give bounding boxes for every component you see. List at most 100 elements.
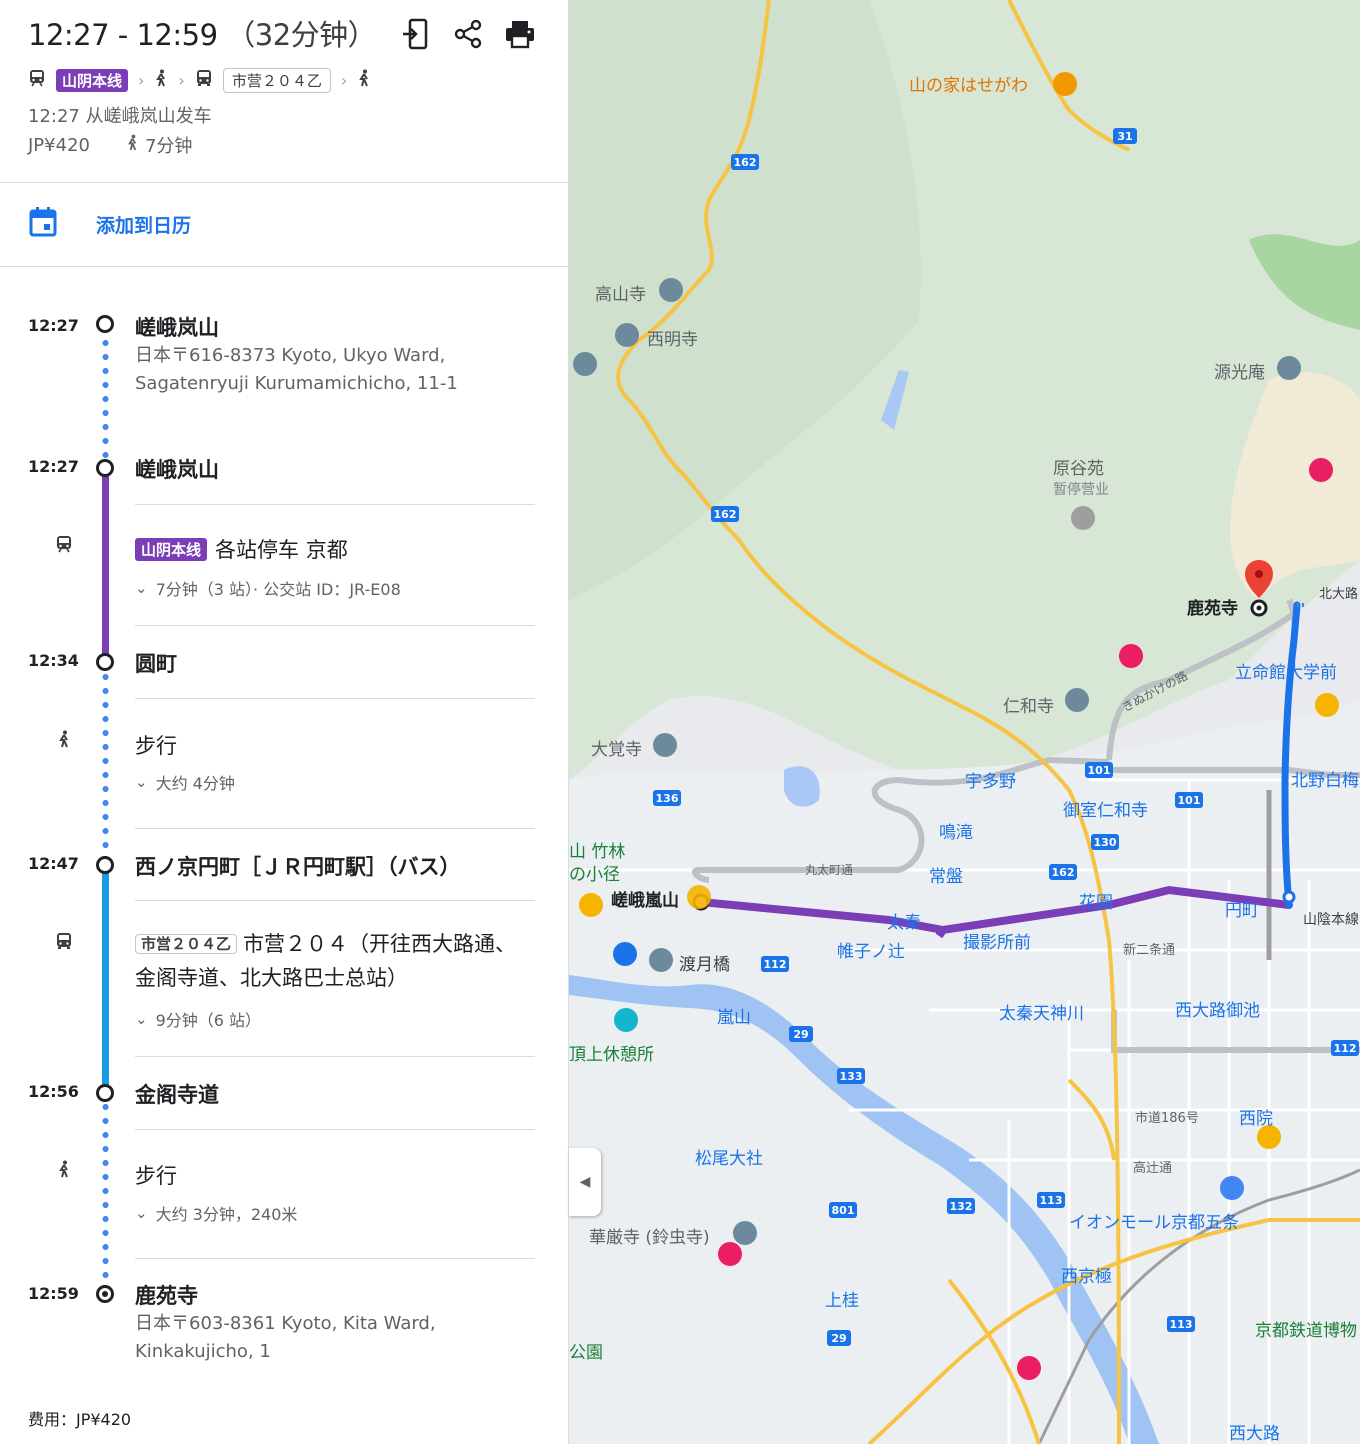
walk-leg-title: 步行 xyxy=(135,1164,177,1188)
poi-label: 山 竹林 xyxy=(569,842,625,862)
svg-text:136: 136 xyxy=(656,792,679,805)
station-label: 西大路御池 xyxy=(1175,1001,1260,1021)
bus-line xyxy=(102,872,109,1086)
send-to-phone-icon[interactable] xyxy=(398,16,434,52)
poi-label: イオンモール京都五条 xyxy=(1069,1213,1239,1233)
line-badge-sanin: 山阴本线 xyxy=(135,537,208,561)
station-label: 西大路 xyxy=(1229,1424,1280,1444)
road-label: 丸太町通 xyxy=(805,862,853,877)
station-label: 円町 xyxy=(1225,901,1259,921)
depart-info: 12:27 从嵯峨岚山发车 xyxy=(28,106,212,127)
chevron-right-icon: › xyxy=(178,70,185,90)
restaurant-icon xyxy=(1053,72,1077,96)
trip-duration: （32分钟） xyxy=(226,18,377,52)
bus-badge-204: 市営２０４乙 xyxy=(135,934,238,954)
walk-total-text: 7分钟 xyxy=(144,136,193,157)
stop-time: 12:56 xyxy=(28,1082,79,1101)
bus-badge-204: 市营２０４乙 xyxy=(222,67,331,93)
star-icon xyxy=(579,893,603,917)
svg-text:113: 113 xyxy=(1040,1194,1063,1207)
bus-icon xyxy=(54,931,74,951)
trip-time-range: 12:27 - 12:59 （32分钟） xyxy=(28,12,377,54)
stop-name[interactable]: 鹿苑寺 xyxy=(135,1280,198,1310)
poi-label: 仁和寺 xyxy=(1003,697,1054,717)
chevron-down-icon: ⌄ xyxy=(135,1010,148,1028)
stop-address: 日本〒603-8361 Kyoto, Kita Ward, Kinkakujic… xyxy=(135,1310,436,1366)
train-leg-title: 山阴本线 各站停车 京都 xyxy=(135,534,348,564)
train-line xyxy=(102,474,109,656)
map-svg[interactable]: 162 162 31 101 101 130 162 136 112 29 13… xyxy=(569,0,1360,1444)
bus-leg-expand[interactable]: ⌄ 9分钟（6 站） xyxy=(135,1007,261,1031)
train-direction: 各站停车 京都 xyxy=(215,538,348,562)
poi-label: 高山寺 xyxy=(595,285,646,305)
svg-text:133: 133 xyxy=(840,1070,863,1083)
divider xyxy=(135,504,535,505)
address-line: 日本〒616-8373 Kyoto, Ukyo Ward, xyxy=(135,345,446,366)
station-label: 嵯峨嵐山 xyxy=(611,890,679,911)
walk-leg-title: 步行 xyxy=(135,734,177,758)
address-line: 日本〒603-8361 Kyoto, Kita Ward, xyxy=(135,1313,436,1334)
station-label: 北野白梅 xyxy=(1291,771,1359,791)
print-icon[interactable] xyxy=(502,16,538,52)
collapse-panel-button[interactable]: ◀ xyxy=(569,1148,601,1216)
svg-text:31: 31 xyxy=(1117,130,1132,143)
stop-marker xyxy=(96,315,114,333)
divider xyxy=(135,1258,535,1259)
divider xyxy=(135,900,535,901)
walk-leg-expand[interactable]: ⌄ 大约 3分钟，240米 xyxy=(135,1201,297,1225)
rail-label: 山陰本線 xyxy=(1303,912,1359,928)
walk-leg-expand[interactable]: ⌄ 大约 4分钟 xyxy=(135,770,235,794)
star-icon xyxy=(1315,693,1339,717)
flower-icon xyxy=(1071,506,1095,530)
divider xyxy=(0,182,568,183)
share-icon[interactable] xyxy=(450,16,486,52)
road-label: 北大路 xyxy=(1319,586,1358,602)
stop-name[interactable]: 圆町 xyxy=(135,648,177,678)
svg-text:162: 162 xyxy=(1052,866,1075,879)
stop-time: 12:59 xyxy=(28,1284,79,1303)
stop-marker xyxy=(96,459,114,477)
svg-text:130: 130 xyxy=(1094,836,1117,849)
stop-name[interactable]: 嵯峨岚山 xyxy=(135,312,219,342)
svg-text:112: 112 xyxy=(764,958,787,971)
stop-name[interactable]: 西ノ京円町［ＪＲ円町駅］（バス） xyxy=(135,851,461,881)
walk-icon xyxy=(154,69,168,91)
bus-icon xyxy=(195,69,213,91)
poi-label: 華厳寺 (鈴虫寺) xyxy=(589,1228,710,1248)
station-label: 西京極 xyxy=(1061,1267,1112,1287)
chevron-right-icon: › xyxy=(340,70,348,90)
divider xyxy=(135,625,535,626)
walk-icon xyxy=(126,134,139,156)
address-line: Kinkakujicho, 1 xyxy=(135,1341,271,1362)
walk-icon xyxy=(54,1159,74,1179)
poi-label: の小径 xyxy=(569,865,620,885)
road-label: 高辻通 xyxy=(1133,1160,1172,1176)
stop-name[interactable]: 嵯峨岚山 xyxy=(135,454,219,484)
route-summary: 山阴本线 › › 市营２０４乙 › xyxy=(28,66,371,94)
add-to-calendar-button[interactable]: 添加到日历 xyxy=(28,204,191,244)
svg-text:112: 112 xyxy=(1334,1042,1357,1055)
divider xyxy=(0,266,568,267)
divider xyxy=(135,828,535,829)
poi-label: 暂停营业 xyxy=(1053,481,1109,498)
divider xyxy=(135,1056,535,1057)
station-label: 花園 xyxy=(1079,893,1113,913)
stop-marker xyxy=(1282,890,1296,904)
total-cost: 费用：JP¥420 xyxy=(28,1410,132,1429)
line-badge-sanin: 山阴本线 xyxy=(56,68,129,92)
walk-leg-detail: 大约 3分钟，240米 xyxy=(155,1205,298,1224)
urban-area xyxy=(569,700,1360,1444)
add-to-calendar-label: 添加到日历 xyxy=(96,214,192,237)
walk-path-dots xyxy=(102,336,109,462)
station-label: 太秦天神川 xyxy=(999,1004,1084,1024)
fare-row: JP¥420 7分钟 xyxy=(28,132,192,158)
bridge-icon xyxy=(649,948,673,972)
address-line: Sagatenryuji Kurumamichicho, 11-1 xyxy=(135,373,458,394)
station-label: 上桂 xyxy=(825,1291,859,1311)
map-canvas[interactable]: 162 162 31 101 101 130 162 136 112 29 13… xyxy=(569,0,1360,1444)
stop-marker xyxy=(96,856,114,874)
train-leg-expand[interactable]: ⌄ 7分钟（3 站）· 公交站 ID：JR-E08 xyxy=(135,576,401,600)
station-label: 松尾大社 xyxy=(695,1149,763,1169)
walk-path-dots xyxy=(102,670,109,858)
stop-name[interactable]: 金阁寺道 xyxy=(135,1079,219,1109)
